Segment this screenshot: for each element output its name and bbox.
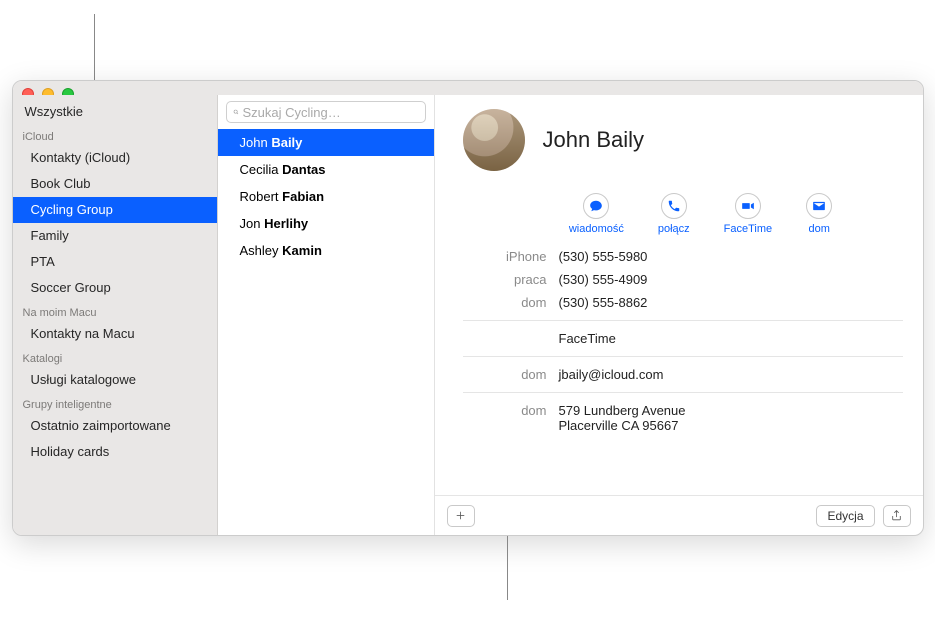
contact-last-name: Dantas xyxy=(282,162,325,177)
search-input[interactable] xyxy=(243,105,419,120)
window-titlebar xyxy=(13,81,923,95)
contact-last-name: Herlihy xyxy=(264,216,308,231)
field-label: dom xyxy=(463,403,559,418)
card-footer: Edycja xyxy=(435,495,923,535)
sidebar-item-ostatnio-zaimportowane[interactable]: Ostatnio zaimportowane xyxy=(13,413,217,439)
sidebar-section-header: iCloud xyxy=(13,125,217,145)
field-divider xyxy=(463,320,903,321)
field-value[interactable]: (530) 555-5980 xyxy=(559,249,648,264)
contact-list: John Baily Cecilia Dantas Robert Fabian … xyxy=(218,129,434,535)
contact-row[interactable]: Jon Herlihy xyxy=(218,210,434,237)
action-label: połącz xyxy=(658,223,690,235)
action-label: FaceTime xyxy=(724,223,773,235)
field-label: praca xyxy=(463,272,559,287)
add-button[interactable] xyxy=(447,505,475,527)
sidebar-item-all-contacts[interactable]: Wszystkie xyxy=(13,99,217,125)
email-row: dom jbaily@icloud.com xyxy=(463,363,903,386)
field-divider xyxy=(463,392,903,393)
contact-row[interactable]: John Baily xyxy=(218,129,434,156)
contact-list-column: John Baily Cecilia Dantas Robert Fabian … xyxy=(218,95,435,535)
facetime-row: FaceTime xyxy=(463,327,903,350)
address-line2: Placerville CA 95667 xyxy=(559,418,686,433)
groups-sidebar: Wszystkie iCloud Kontakty (iCloud) Book … xyxy=(13,95,218,535)
contact-first-name: Robert xyxy=(240,189,279,204)
phone-row: iPhone (530) 555-5980 xyxy=(463,245,903,268)
address-line1: 579 Lundberg Avenue xyxy=(559,403,686,418)
contact-avatar[interactable] xyxy=(463,109,525,171)
contact-row[interactable]: Ashley Kamin xyxy=(218,237,434,264)
phone-icon xyxy=(667,199,681,213)
edit-button[interactable]: Edycja xyxy=(816,505,874,527)
callout-line-bottom xyxy=(507,536,508,600)
message-icon xyxy=(589,199,603,213)
action-mail[interactable]: dom xyxy=(806,193,832,235)
video-icon xyxy=(741,199,755,213)
field-divider xyxy=(463,356,903,357)
action-label: wiadomość xyxy=(569,223,624,235)
sidebar-item-cycling-group[interactable]: Cycling Group xyxy=(13,197,217,223)
contact-first-name: Jon xyxy=(240,216,261,231)
contact-last-name: Kamin xyxy=(282,243,322,258)
sidebar-item-family[interactable]: Family xyxy=(13,223,217,249)
share-icon xyxy=(890,509,903,522)
contact-first-name: John xyxy=(240,135,268,150)
sidebar-item-pta[interactable]: PTA xyxy=(13,249,217,275)
share-button[interactable] xyxy=(883,505,911,527)
action-facetime[interactable]: FaceTime xyxy=(724,193,773,235)
contact-card: John Baily wiadomość połącz xyxy=(435,95,923,535)
sidebar-item-book-club[interactable]: Book Club xyxy=(13,171,217,197)
field-value[interactable]: jbaily@icloud.com xyxy=(559,367,664,382)
field-value[interactable]: (530) 555-8862 xyxy=(559,295,648,310)
contact-row[interactable]: Robert Fabian xyxy=(218,183,434,210)
sidebar-item-holiday-cards[interactable]: Holiday cards xyxy=(13,439,217,465)
contacts-window: Wszystkie iCloud Kontakty (iCloud) Book … xyxy=(12,80,924,536)
action-message[interactable]: wiadomość xyxy=(569,193,624,235)
sidebar-item-kontakty-icloud[interactable]: Kontakty (iCloud) xyxy=(13,145,217,171)
field-value[interactable]: 579 Lundberg Avenue Placerville CA 95667 xyxy=(559,403,686,433)
callout-line-top xyxy=(94,14,95,80)
sidebar-item-soccer-group[interactable]: Soccer Group xyxy=(13,275,217,301)
sidebar-section-header: Katalogi xyxy=(13,347,217,367)
search-field[interactable] xyxy=(226,101,426,123)
field-label: iPhone xyxy=(463,249,559,264)
field-value[interactable]: (530) 555-4909 xyxy=(559,272,648,287)
address-row: dom 579 Lundberg Avenue Placerville CA 9… xyxy=(463,399,903,437)
contact-last-name: Fabian xyxy=(282,189,324,204)
action-call[interactable]: połącz xyxy=(658,193,690,235)
contact-name: John Baily xyxy=(543,127,645,153)
sidebar-section-header: Na moim Macu xyxy=(13,301,217,321)
field-value[interactable]: FaceTime xyxy=(559,331,616,346)
phone-row: praca (530) 555-4909 xyxy=(463,268,903,291)
contact-first-name: Ashley xyxy=(240,243,279,258)
sidebar-item-kontakty-na-macu[interactable]: Kontakty na Macu xyxy=(13,321,217,347)
plus-icon xyxy=(454,509,467,522)
field-label: dom xyxy=(463,367,559,382)
contact-last-name: Baily xyxy=(271,135,302,150)
mail-icon xyxy=(812,199,826,213)
sidebar-item-uslugi-katalogowe[interactable]: Usługi katalogowe xyxy=(13,367,217,393)
contact-row[interactable]: Cecilia Dantas xyxy=(218,156,434,183)
contact-first-name: Cecilia xyxy=(240,162,279,177)
contact-actions: wiadomość połącz FaceTime dom xyxy=(551,193,851,235)
action-label: dom xyxy=(808,223,829,235)
phone-row: dom (530) 555-8862 xyxy=(463,291,903,314)
search-icon xyxy=(233,106,239,118)
sidebar-section-header: Grupy inteligentne xyxy=(13,393,217,413)
field-label: dom xyxy=(463,295,559,310)
